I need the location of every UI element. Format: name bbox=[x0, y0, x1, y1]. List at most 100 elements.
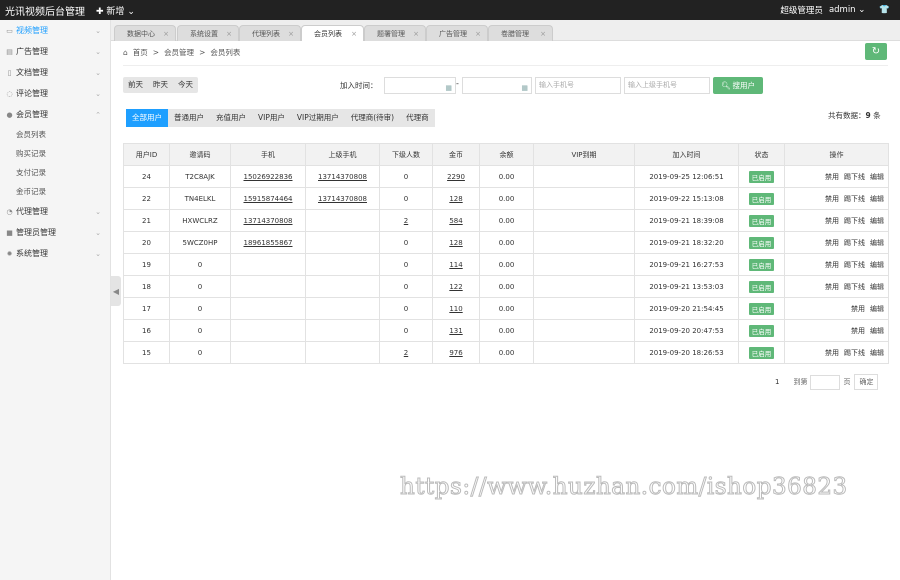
cell-coin[interactable]: 131 bbox=[432, 319, 480, 342]
phone-input[interactable]: 输入手机号 bbox=[535, 77, 621, 94]
tab-1[interactable]: 系统设置 × bbox=[177, 25, 239, 41]
status-badge[interactable]: 已启用 bbox=[748, 324, 775, 337]
status-badge[interactable]: 已启用 bbox=[748, 170, 775, 183]
sidebar-item-4[interactable]: ● 会员管理 ⌃ bbox=[0, 104, 110, 125]
sidebar-subitem-0[interactable]: 会员列表 bbox=[0, 125, 110, 144]
new-menu-button[interactable]: ✚ 新增 ⌄ bbox=[96, 4, 135, 17]
shirt-icon[interactable]: 👕 bbox=[879, 5, 890, 15]
close-icon[interactable]: × bbox=[226, 30, 232, 38]
cell-coin[interactable]: 110 bbox=[432, 297, 480, 320]
cell-sub[interactable]: 2 bbox=[379, 209, 433, 232]
cell-phone[interactable]: 18961855867 bbox=[230, 231, 306, 254]
sidebar-subitem-3[interactable]: 金币记录 bbox=[0, 182, 110, 201]
action-1[interactable]: 编辑 bbox=[870, 305, 884, 313]
status-badge[interactable]: 已启用 bbox=[748, 346, 775, 359]
action-0[interactable]: 禁用 bbox=[825, 283, 839, 291]
cell-phone[interactable]: 13714370808 bbox=[230, 209, 306, 232]
action-1[interactable]: 踢下线 bbox=[844, 239, 865, 247]
cell-coin[interactable]: 114 bbox=[432, 253, 480, 276]
action-1[interactable]: 踢下线 bbox=[844, 283, 865, 291]
page-number[interactable]: 1 bbox=[775, 378, 779, 386]
day-before-yesterday-button[interactable]: 前天 bbox=[123, 77, 148, 93]
yesterday-button[interactable]: 昨天 bbox=[148, 77, 173, 93]
cell-phone[interactable]: 15026922836 bbox=[230, 165, 306, 188]
action-0[interactable]: 禁用 bbox=[825, 173, 839, 181]
sidebar-item-0[interactable]: ▭ 视频管理 ⌄ bbox=[0, 20, 110, 41]
status-badge[interactable]: 已启用 bbox=[748, 302, 775, 315]
action-0[interactable]: 禁用 bbox=[825, 195, 839, 203]
sidebar-item-7[interactable]: ✹ 系统管理 ⌄ bbox=[0, 243, 110, 264]
filter-tab-1[interactable]: 普通用户 bbox=[168, 109, 210, 127]
action-1[interactable]: 踢下线 bbox=[844, 173, 865, 181]
sidebar-collapse-handle[interactable]: ◀ bbox=[111, 276, 121, 306]
action-1[interactable]: 踢下线 bbox=[844, 195, 865, 203]
filter-tab-6[interactable]: 代理商 bbox=[400, 109, 435, 127]
filter-tab-3[interactable]: VIP用户 bbox=[252, 109, 291, 127]
cell-sub[interactable]: 2 bbox=[379, 341, 433, 364]
tab-5[interactable]: 广告管理 × bbox=[426, 25, 488, 41]
close-icon[interactable]: × bbox=[475, 30, 481, 38]
refresh-button[interactable]: ↻ bbox=[865, 43, 887, 60]
user-menu[interactable]: admin ⌄ bbox=[829, 5, 865, 15]
status-badge[interactable]: 已启用 bbox=[748, 236, 775, 249]
action-1[interactable]: 踢下线 bbox=[844, 217, 865, 225]
end-date-input[interactable]: ▦ bbox=[462, 77, 532, 94]
action-2[interactable]: 编辑 bbox=[870, 217, 884, 225]
status-badge[interactable]: 已启用 bbox=[748, 258, 775, 271]
close-icon[interactable]: × bbox=[163, 30, 169, 38]
cell-coin[interactable]: 2290 bbox=[432, 165, 480, 188]
filter-tab-5[interactable]: 代理商(待审) bbox=[345, 109, 400, 127]
action-2[interactable]: 编辑 bbox=[870, 261, 884, 269]
sidebar-subitem-1[interactable]: 购买记录 bbox=[0, 144, 110, 163]
cell-parent[interactable]: 13714370808 bbox=[305, 187, 380, 210]
action-2[interactable]: 编辑 bbox=[870, 173, 884, 181]
status-badge[interactable]: 已启用 bbox=[748, 214, 775, 227]
cell-phone[interactable]: 15915874464 bbox=[230, 187, 306, 210]
breadcrumb-members[interactable]: 会员管理 bbox=[164, 47, 194, 58]
page-input[interactable] bbox=[810, 374, 841, 390]
sidebar-item-2[interactable]: ▯ 文档管理 ⌄ bbox=[0, 62, 110, 83]
action-2[interactable]: 编辑 bbox=[870, 239, 884, 247]
action-0[interactable]: 禁用 bbox=[851, 327, 865, 335]
status-badge[interactable]: 已启用 bbox=[748, 192, 775, 205]
action-0[interactable]: 禁用 bbox=[825, 239, 839, 247]
tab-6[interactable]: 卷腊管理 × bbox=[488, 25, 553, 41]
cell-coin[interactable]: 128 bbox=[432, 187, 480, 210]
search-users-button[interactable]: 🔍︎ 搜用户 bbox=[713, 77, 763, 94]
filter-tab-0[interactable]: 全部用户 bbox=[126, 109, 168, 127]
tab-0[interactable]: 数据中心 × bbox=[114, 25, 176, 41]
parent-phone-input[interactable]: 输入上级手机号 bbox=[624, 77, 710, 94]
cell-parent[interactable]: 13714370808 bbox=[305, 165, 380, 188]
cell-coin[interactable]: 584 bbox=[432, 209, 480, 232]
sidebar-item-5[interactable]: ◔ 代理管理 ⌄ bbox=[0, 201, 110, 222]
sidebar-item-1[interactable]: ▤ 广告管理 ⌄ bbox=[0, 41, 110, 62]
action-1[interactable]: 踢下线 bbox=[844, 261, 865, 269]
action-0[interactable]: 禁用 bbox=[825, 217, 839, 225]
action-0[interactable]: 禁用 bbox=[825, 261, 839, 269]
tab-3[interactable]: 会员列表 × bbox=[301, 25, 364, 41]
today-button[interactable]: 今天 bbox=[173, 77, 198, 93]
close-icon[interactable]: × bbox=[413, 30, 419, 38]
tab-2[interactable]: 代理列表 × bbox=[239, 25, 301, 41]
sidebar-item-6[interactable]: ■ 管理员管理 ⌄ bbox=[0, 222, 110, 243]
action-1[interactable]: 编辑 bbox=[870, 327, 884, 335]
action-2[interactable]: 编辑 bbox=[870, 195, 884, 203]
action-0[interactable]: 禁用 bbox=[825, 349, 839, 357]
action-2[interactable]: 编辑 bbox=[870, 283, 884, 291]
cell-coin[interactable]: 122 bbox=[432, 275, 480, 298]
action-1[interactable]: 踢下线 bbox=[844, 349, 865, 357]
close-icon[interactable]: × bbox=[288, 30, 294, 38]
filter-tab-2[interactable]: 充值用户 bbox=[210, 109, 252, 127]
cell-coin[interactable]: 128 bbox=[432, 231, 480, 254]
cell-coin[interactable]: 976 bbox=[432, 341, 480, 364]
action-0[interactable]: 禁用 bbox=[851, 305, 865, 313]
sidebar-item-3[interactable]: ◌ 评论管理 ⌄ bbox=[0, 83, 110, 104]
filter-tab-4[interactable]: VIP过期用户 bbox=[291, 109, 345, 127]
sidebar-subitem-2[interactable]: 支付记录 bbox=[0, 163, 110, 182]
breadcrumb-home[interactable]: 首页 bbox=[133, 47, 148, 58]
start-date-input[interactable]: ▦ bbox=[384, 77, 456, 94]
action-2[interactable]: 编辑 bbox=[870, 349, 884, 357]
status-badge[interactable]: 已启用 bbox=[748, 280, 775, 293]
tab-4[interactable]: 题署管理 × bbox=[364, 25, 426, 41]
close-icon[interactable]: × bbox=[540, 30, 546, 38]
